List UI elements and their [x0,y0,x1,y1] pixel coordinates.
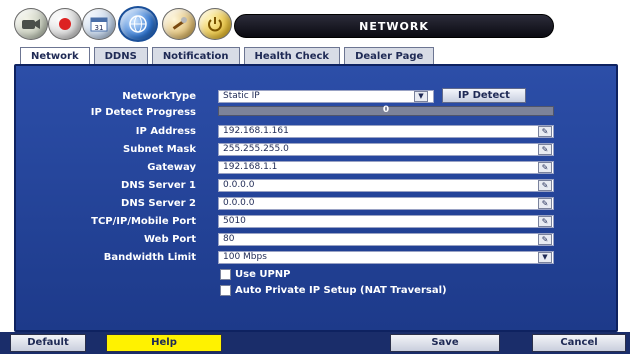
svg-text:31: 31 [95,24,104,32]
bandwidth-limit-label: Bandwidth Limit [103,252,196,263]
default-button[interactable]: Default [10,334,86,352]
tcp-port-field[interactable]: 5010 [218,215,554,228]
power-icon[interactable] [198,8,232,40]
dns-server-1-label: DNS Server 1 [121,180,196,191]
network-settings-screen: 31 NETWORK Network DDNS Notification Hea… [0,0,630,354]
ip-detect-progress-bar: 0 [218,105,554,116]
calendar-icon[interactable]: 31 [82,8,116,40]
tab-notification[interactable]: Notification [151,47,240,65]
use-upnp-label: Use UPNP [235,269,291,280]
ip-address-label: IP Address [135,126,196,137]
help-button[interactable]: Help [106,334,222,352]
ip-detect-progress-label: IP Detect Progress [90,107,196,118]
edit-icon[interactable]: ✎ [538,144,552,155]
tcp-port-label: TCP/IP/Mobile Port [91,216,196,227]
tcp-port-row: TCP/IP/Mobile Port 5010 ✎ [16,215,616,228]
web-port-row: Web Port 80 ✎ [16,233,616,246]
edit-icon[interactable]: ✎ [538,126,552,137]
gateway-row: Gateway 192.168.1.1 ✎ [16,161,616,174]
subnet-mask-row: Subnet Mask 255.255.255.0 ✎ [16,143,616,156]
cancel-button[interactable]: Cancel [532,334,626,352]
edit-icon[interactable]: ✎ [538,180,552,191]
dns-server-2-row: DNS Server 2 0.0.0.0 ✎ [16,197,616,210]
tab-health-check[interactable]: Health Check [243,47,341,65]
camera-icon[interactable] [14,8,48,40]
bandwidth-limit-select[interactable]: 100 Mbps [218,251,554,264]
web-port-field[interactable]: 80 [218,233,554,246]
ip-detect-progress-row: IP Detect Progress 0 [16,105,616,119]
auto-private-ip-label: Auto Private IP Setup (NAT Traversal) [235,285,447,296]
chevron-down-icon[interactable]: ▼ [538,252,552,263]
tab-ddns[interactable]: DDNS [93,47,148,65]
network-type-select[interactable]: Static IP [218,90,434,103]
auto-private-ip-checkbox[interactable] [220,285,231,296]
auto-private-ip-option[interactable]: Auto Private IP Setup (NAT Traversal) [220,284,447,297]
web-port-label: Web Port [143,234,196,245]
edit-icon[interactable]: ✎ [538,234,552,245]
edit-icon[interactable]: ✎ [538,216,552,227]
network-type-row: NetworkType Static IP ▼ [16,90,616,103]
chevron-down-icon[interactable]: ▼ [414,91,428,102]
dns-server-2-label: DNS Server 2 [121,198,196,209]
progress-value: 0 [382,105,390,115]
dns-server-1-field[interactable]: 0.0.0.0 [218,179,554,192]
network-type-label: NetworkType [122,91,196,102]
save-button[interactable]: Save [390,334,500,352]
edit-icon[interactable]: ✎ [538,162,552,173]
bandwidth-limit-row: Bandwidth Limit 100 Mbps ▼ [16,251,616,264]
edit-icon[interactable]: ✎ [538,198,552,209]
tab-bar: Network DDNS Notification Health Check D… [20,47,438,65]
top-toolbar: 31 NETWORK [14,6,554,44]
subnet-mask-field[interactable]: 255.255.255.0 [218,143,554,156]
ip-address-row: IP Address 192.168.1.161 ✎ [16,125,616,138]
dns-server-1-row: DNS Server 1 0.0.0.0 ✎ [16,179,616,192]
use-upnp-checkbox[interactable] [220,269,231,280]
ip-address-field[interactable]: 192.168.1.161 [218,125,554,138]
tools-icon[interactable] [162,8,196,40]
gateway-field[interactable]: 192.168.1.1 [218,161,554,174]
tab-dealer-page[interactable]: Dealer Page [344,47,435,65]
network-settings-panel: NetworkType Static IP ▼ IP Detect IP Det… [14,64,618,332]
ip-detect-button[interactable]: IP Detect [442,88,526,103]
use-upnp-option[interactable]: Use UPNP [220,268,290,281]
page-title: NETWORK [234,14,554,38]
tab-network[interactable]: Network [20,47,90,65]
record-icon[interactable] [48,8,82,40]
dns-server-2-field[interactable]: 0.0.0.0 [218,197,554,210]
network-icon[interactable] [118,6,158,42]
gateway-label: Gateway [147,162,196,173]
subnet-mask-label: Subnet Mask [123,144,196,155]
